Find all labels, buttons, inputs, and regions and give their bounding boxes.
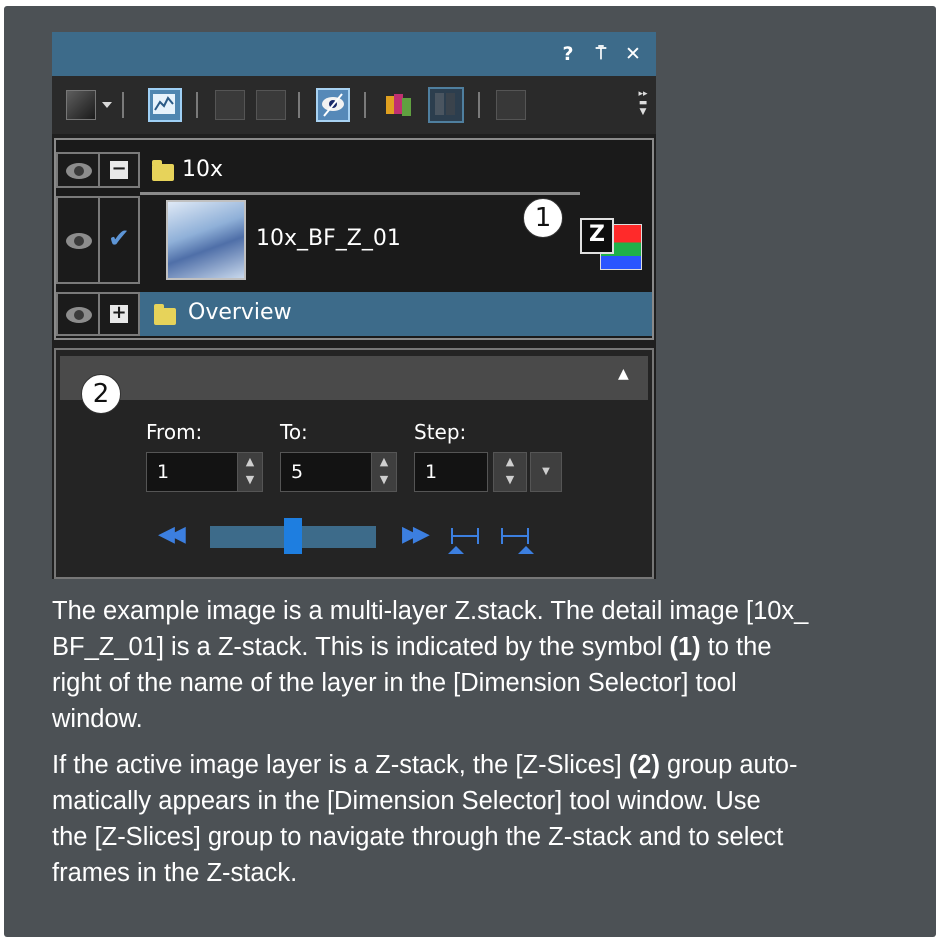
text-line: The example image is a multi-layer Z.sta… xyxy=(52,597,809,625)
from-spinner[interactable]: ▲ ▼ xyxy=(237,452,263,492)
dimension-selector-window: ? ⍑ ✕ ▸▸ ▬ ▼ − 10x ✔ 10x_BF_Z_01 Z + Ove… xyxy=(52,32,656,579)
text-line: matically appears in the [Dimension Sele… xyxy=(52,787,761,815)
visibility-glyph xyxy=(322,93,344,117)
layer-row-overview[interactable]: + Overview xyxy=(56,292,652,336)
expand-icon: + xyxy=(110,302,128,323)
text-line: group auto- xyxy=(659,751,798,779)
dropdown-arrow-icon[interactable] xyxy=(102,102,112,108)
overflow-icon[interactable]: ▸▸ ▬ ▼ xyxy=(638,90,648,120)
callout-ref-1: (1) xyxy=(669,633,701,661)
collapse-up-icon[interactable]: ▲ xyxy=(618,366,629,382)
expand-cell[interactable]: + xyxy=(98,292,140,336)
to-spinner[interactable]: ▲ ▼ xyxy=(371,452,397,492)
text-line: window. xyxy=(52,705,143,733)
text-line: BF_Z_01] is a Z-stack. This is indicated… xyxy=(52,633,670,661)
step-field[interactable]: 1 xyxy=(414,452,488,492)
eye-icon xyxy=(66,163,92,179)
eye-icon xyxy=(66,307,92,323)
step-label: Step: xyxy=(414,420,467,444)
split-view-icon[interactable] xyxy=(428,87,464,123)
channels-glyph xyxy=(386,94,411,116)
callout-1: 1 xyxy=(523,198,563,238)
histogram-glyph xyxy=(153,94,175,114)
layer-name: Overview xyxy=(188,300,292,325)
toolbar: ▸▸ ▬ ▼ xyxy=(52,76,656,134)
fast-forward-button[interactable]: ▶▶ xyxy=(402,522,430,547)
z-slider-thumb[interactable] xyxy=(284,518,302,554)
channels-icon[interactable] xyxy=(384,90,414,120)
help-card: ? ⍑ ✕ ▸▸ ▬ ▼ − 10x ✔ 10x_BF_Z_01 Z + Ove… xyxy=(4,6,936,937)
layer-row-10x[interactable]: − 10x xyxy=(56,152,652,188)
visibility-cell[interactable] xyxy=(56,152,100,188)
close-button[interactable]: ✕ xyxy=(622,42,644,66)
collapse-icon: − xyxy=(110,158,128,179)
callout-2: 2 xyxy=(81,374,121,414)
to-field[interactable]: 5 xyxy=(280,452,372,492)
callout-ref-2: (2) xyxy=(628,751,660,779)
layer-name: 10x_BF_Z_01 xyxy=(256,226,401,251)
description-paragraph-2: If the active image layer is a Z-stack, … xyxy=(52,747,912,891)
text-line: frames in the Z-stack. xyxy=(52,859,298,887)
step-dropdown[interactable]: ▼ xyxy=(530,452,562,492)
z-slices-header[interactable]: ▲ xyxy=(60,356,648,400)
divider xyxy=(140,192,580,195)
text-line: to the xyxy=(700,633,772,661)
layer-tree: − 10x ✔ 10x_BF_Z_01 Z + Overview xyxy=(54,138,654,340)
from-field[interactable]: 1 xyxy=(146,452,238,492)
image-color-icon[interactable] xyxy=(66,90,96,120)
visibility-cell[interactable] xyxy=(56,196,100,284)
toolbar-separator xyxy=(298,92,300,118)
histogram-view-icon[interactable] xyxy=(148,88,182,122)
visibility-cell[interactable] xyxy=(56,292,100,336)
split-view-glyph xyxy=(435,93,455,115)
folder-icon xyxy=(154,304,176,325)
text-line: If the active image layer is a Z-stack, … xyxy=(52,751,629,779)
checkmark-icon: ✔ xyxy=(108,224,130,254)
layer-up-icon[interactable] xyxy=(215,90,245,120)
set-start-icon[interactable] xyxy=(448,522,486,556)
text-line: right of the name of the layer in the [D… xyxy=(52,669,737,697)
pin-button[interactable]: ⍑ xyxy=(590,42,612,66)
layer-row-10x-bf-z-01[interactable]: ✔ 10x_BF_Z_01 Z xyxy=(56,196,652,284)
zstack-symbol-icon: Z xyxy=(578,218,644,278)
description-paragraph-1: The example image is a multi-layer Z.sta… xyxy=(52,593,912,737)
zstack-z-label: Z xyxy=(580,218,614,254)
text-line: the [Z-Slices] group to navigate through… xyxy=(52,823,784,851)
check-cell[interactable]: ✔ xyxy=(98,196,140,284)
help-button[interactable]: ? xyxy=(557,42,579,66)
toolbar-separator xyxy=(364,92,366,118)
toolbar-separator xyxy=(478,92,480,118)
window-title-bar: ? ⍑ ✕ xyxy=(52,32,656,76)
visibility-icon[interactable] xyxy=(316,88,350,122)
z-slices-group: ▲ From: To: Step: 1 ▲ ▼ 5 ▲ ▼ 1 ▲ ▼ ▼ ◀◀ ▶▶ xyxy=(54,348,654,579)
step-spinner[interactable]: ▲ ▼ xyxy=(493,452,527,492)
set-end-icon[interactable] xyxy=(498,522,536,556)
toolbar-separator xyxy=(122,92,124,118)
layer-thumbnail xyxy=(166,200,246,280)
folder-icon xyxy=(152,160,174,181)
eye-icon xyxy=(66,233,92,249)
layer-name: 10x xyxy=(182,157,224,182)
layer-down-icon[interactable] xyxy=(256,90,286,120)
rewind-button[interactable]: ◀◀ xyxy=(158,522,186,547)
to-label: To: xyxy=(280,420,308,444)
from-label: From: xyxy=(146,420,203,444)
expand-cell[interactable]: − xyxy=(98,152,140,188)
toolbar-separator xyxy=(196,92,198,118)
delete-layer-icon[interactable] xyxy=(496,90,526,120)
